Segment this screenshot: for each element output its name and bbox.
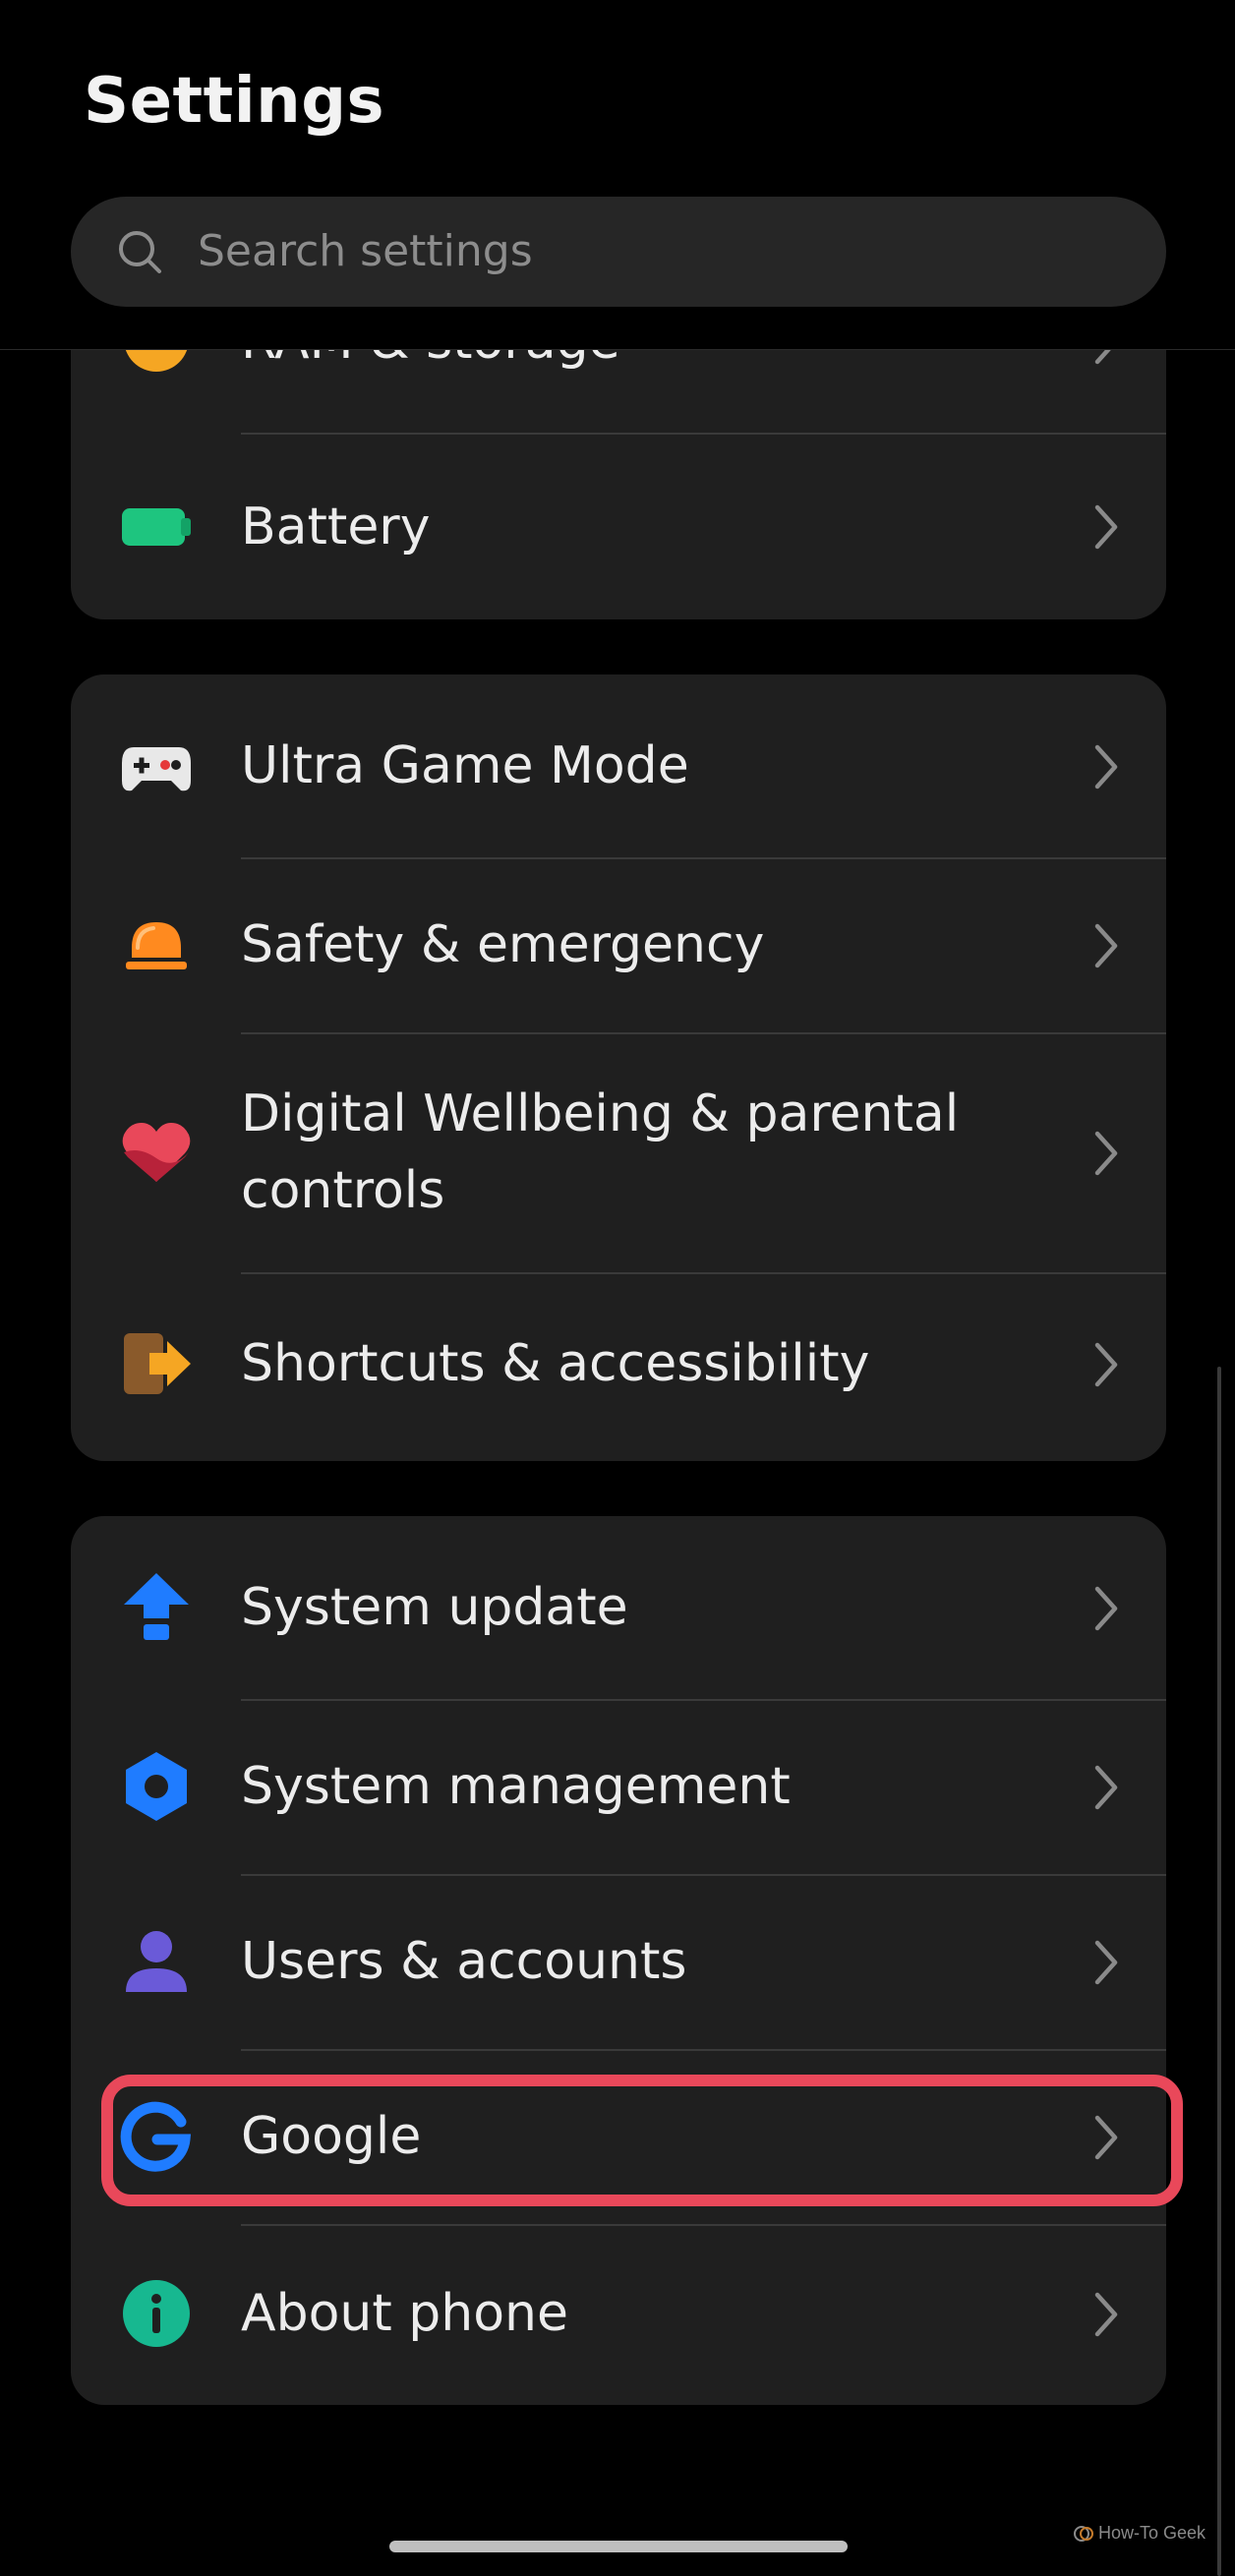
settings-item-google[interactable]: Google — [71, 2051, 1166, 2224]
page-title: Settings — [84, 65, 385, 138]
chevron-right-icon — [1089, 1935, 1123, 1990]
chevron-right-icon — [1089, 1760, 1123, 1815]
settings-item-ram-storage[interactable]: RAM & storage — [71, 350, 1166, 433]
chevron-right-icon — [1089, 1337, 1123, 1392]
settings-item-label: System update — [241, 1578, 628, 1637]
gamepad-icon — [120, 730, 193, 802]
settings-group-1: RAM & storage Battery — [71, 350, 1166, 619]
settings-item-label: RAM & storage — [241, 350, 620, 380]
search-placeholder: Search settings — [198, 226, 533, 276]
home-indicator[interactable] — [389, 2541, 848, 2552]
person-icon — [120, 1925, 193, 1998]
hexagon-gear-icon — [120, 1750, 193, 1823]
settings-item-system-update[interactable]: System update — [71, 1516, 1166, 1699]
google-icon — [120, 2100, 193, 2173]
how-to-geek-logo-icon — [1073, 2525, 1094, 2543]
settings-item-label: Google — [241, 2107, 422, 2166]
search-icon — [117, 229, 162, 274]
settings-item-label: Battery — [241, 498, 431, 556]
settings-group-3: System update System management Users & … — [71, 1516, 1166, 2405]
scrollbar[interactable] — [1217, 1367, 1221, 2576]
chevron-right-icon — [1089, 1581, 1123, 1636]
settings-group-2: Ultra Game Mode Safety & emergency Digit… — [71, 674, 1166, 1461]
shortcut-icon — [120, 1327, 193, 1400]
chevron-right-icon — [1089, 918, 1123, 973]
settings-item-label: Users & accounts — [241, 1932, 687, 1991]
settings-item-shortcuts-accessibility[interactable]: Shortcuts & accessibility — [71, 1274, 1166, 1461]
settings-list[interactable]: RAM & storage Battery Ultra Game Mode — [0, 350, 1235, 2576]
settings-item-about-phone[interactable]: About phone — [71, 2226, 1166, 2405]
watermark-text: How-To Geek — [1097, 2523, 1206, 2543]
search-bar[interactable]: Search settings — [71, 197, 1166, 307]
settings-item-label: Shortcuts & accessibility — [241, 1334, 870, 1393]
update-arrow-icon — [120, 1571, 193, 1644]
settings-item-users-accounts[interactable]: Users & accounts — [71, 1876, 1166, 2049]
settings-item-ultra-game-mode[interactable]: Ultra Game Mode — [71, 674, 1166, 857]
watermark: How-To Geek — [1073, 2523, 1206, 2544]
chevron-right-icon — [1089, 350, 1123, 370]
heart-icon — [120, 1117, 193, 1190]
settings-item-label: Digital Wellbeing & parental controls — [241, 1084, 960, 1220]
chevron-right-icon — [1089, 499, 1123, 555]
settings-item-label: Safety & emergency — [241, 915, 765, 974]
chevron-right-icon — [1089, 2110, 1123, 2165]
storage-icon — [120, 350, 193, 376]
chevron-right-icon — [1089, 739, 1123, 794]
battery-icon — [120, 491, 193, 563]
chevron-right-icon — [1089, 2287, 1123, 2342]
emergency-light-icon — [120, 908, 193, 981]
settings-item-label: Ultra Game Mode — [241, 736, 689, 795]
settings-item-safety-emergency[interactable]: Safety & emergency — [71, 859, 1166, 1032]
settings-item-label: System management — [241, 1757, 791, 1816]
chevron-right-icon — [1089, 1126, 1123, 1181]
settings-item-battery[interactable]: Battery — [71, 435, 1166, 619]
settings-item-digital-wellbeing[interactable]: Digital Wellbeing & parental controls — [71, 1034, 1166, 1272]
settings-item-label: About phone — [241, 2284, 568, 2343]
settings-item-system-management[interactable]: System management — [71, 1701, 1166, 1874]
info-icon — [120, 2277, 193, 2350]
